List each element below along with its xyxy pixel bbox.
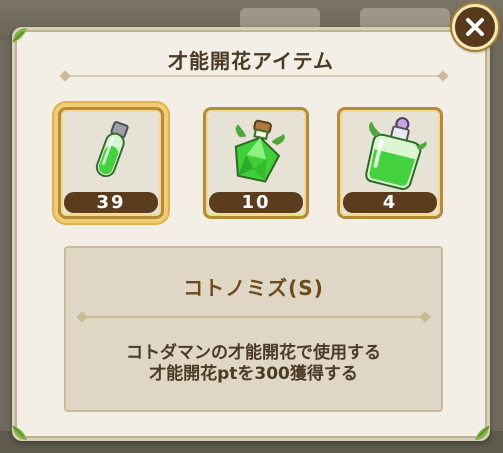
item-count: 39 bbox=[64, 192, 158, 213]
leaf-ornament-icon bbox=[11, 26, 29, 44]
item-count: 4 bbox=[343, 192, 437, 213]
leaf-ornament-icon bbox=[473, 424, 491, 442]
item-description: コトダマンの才能開花で使用する 才能開花ptを300獲得する bbox=[66, 343, 441, 385]
green-gem-potion-icon bbox=[214, 116, 298, 190]
dialog-title: 才能開花アイテム bbox=[168, 49, 334, 73]
item-slot-small-vial[interactable]: 39 bbox=[58, 107, 164, 219]
item-name: コトノミズ(S) bbox=[183, 276, 324, 300]
item-count: 10 bbox=[209, 192, 303, 213]
title-divider bbox=[65, 75, 443, 77]
large-green-bottle-icon bbox=[348, 116, 432, 190]
item-description-line: 才能開花ptを300獲得する bbox=[149, 364, 358, 384]
detail-divider bbox=[82, 316, 425, 318]
talent-bloom-item-dialog: 才能開花アイテム 39 10 4 コトノミズ(S) コトダマンの才能開花で使用す… bbox=[12, 27, 490, 441]
leaf-ornament-icon bbox=[11, 424, 29, 442]
item-description-line: コトダマンの才能開花で使用する bbox=[126, 343, 381, 363]
item-slot-large-bottle[interactable]: 4 bbox=[337, 107, 443, 219]
item-detail-panel: コトノミズ(S) コトダマンの才能開花で使用する 才能開花ptを300獲得する bbox=[64, 246, 443, 412]
item-slot-gem-potion[interactable]: 10 bbox=[203, 107, 309, 219]
close-button[interactable] bbox=[452, 4, 498, 50]
close-x-icon bbox=[466, 18, 484, 36]
small-green-vial-icon bbox=[69, 116, 153, 190]
